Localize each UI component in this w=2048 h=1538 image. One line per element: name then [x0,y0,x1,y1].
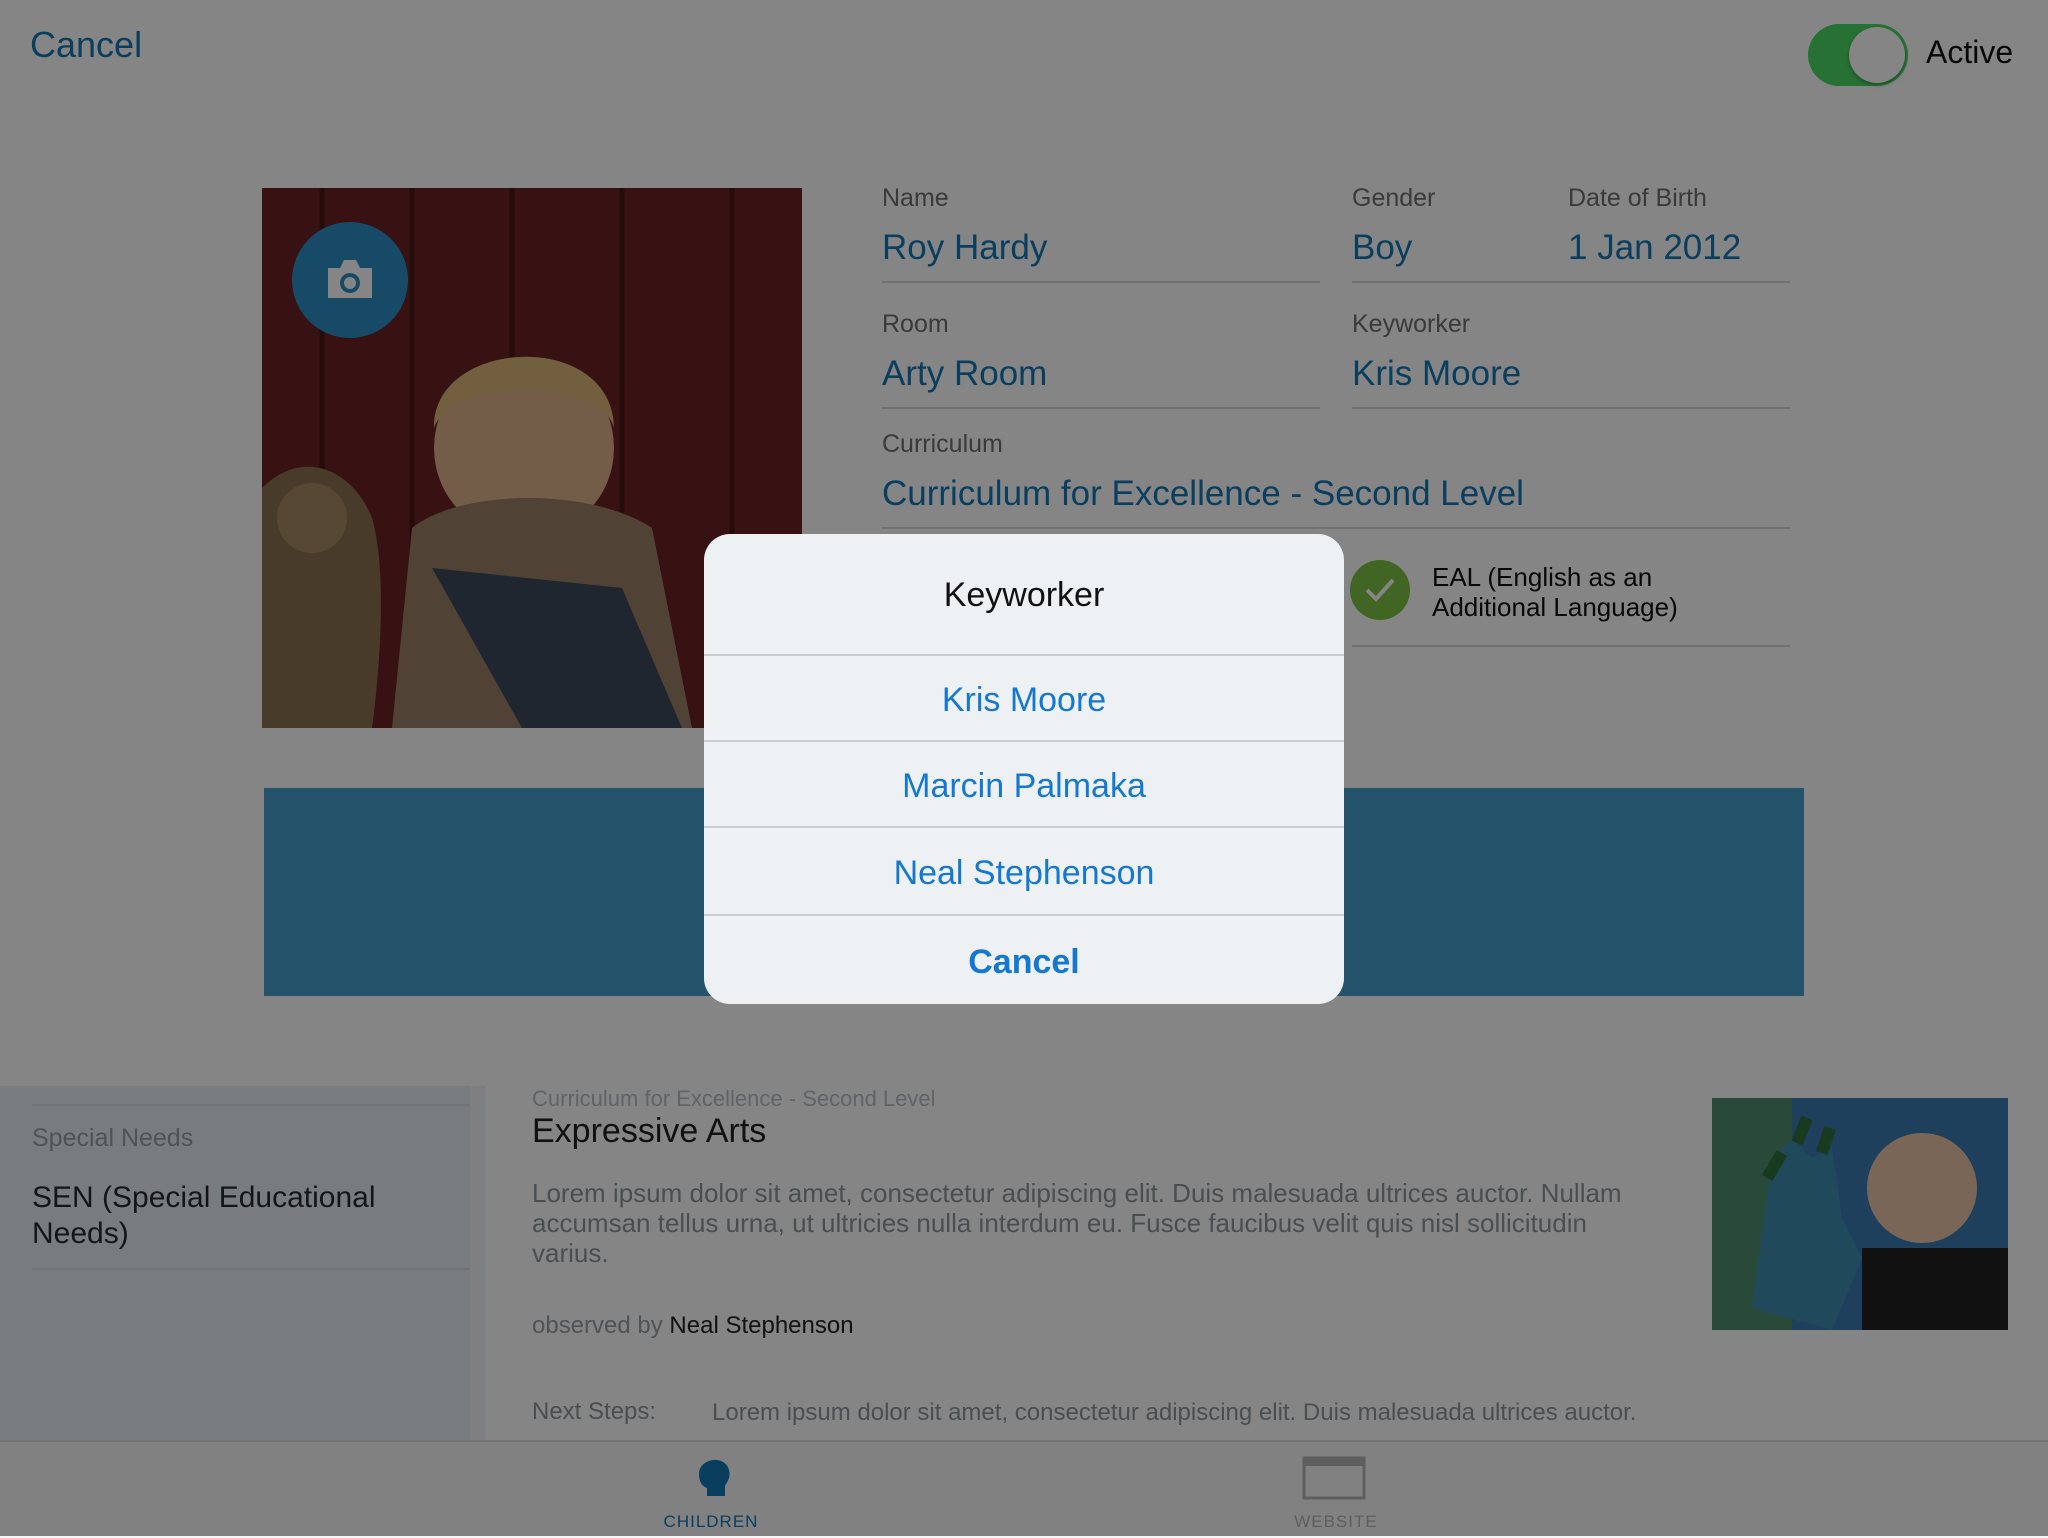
option-kris-moore[interactable]: Kris Moore [704,654,1344,742]
action-sheet-title: Keyworker [943,576,1105,614]
option-marcin-palmaka[interactable]: Marcin Palmaka [704,740,1344,828]
option-neal-stephenson[interactable]: Neal Stephenson [704,826,1344,916]
action-sheet-cancel-button[interactable]: Cancel [704,914,1344,1004]
keyworker-action-sheet: Keyworker Kris Moore Marcin Palmaka Neal… [704,534,1344,1004]
